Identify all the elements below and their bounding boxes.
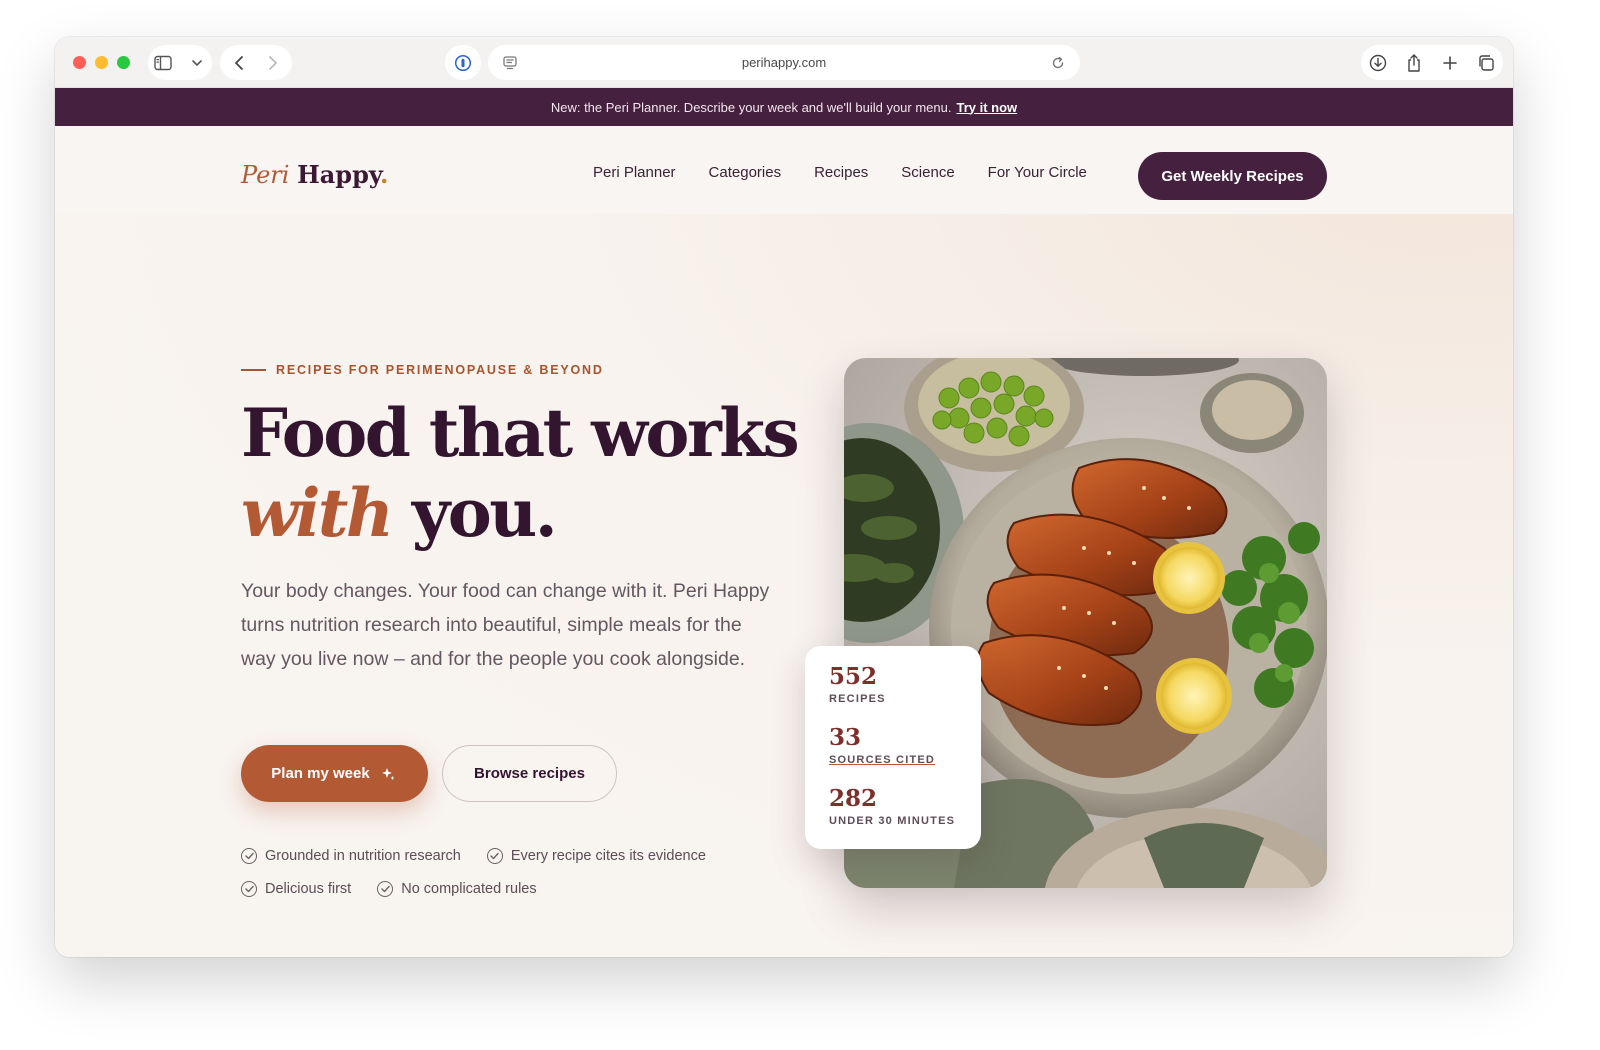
check-circle-icon xyxy=(241,847,257,864)
sidebar-icon xyxy=(153,53,173,73)
nav-recipes[interactable]: Recipes xyxy=(814,164,868,181)
site-logo[interactable]: Peri Happy. xyxy=(241,160,388,189)
eyebrow-rule xyxy=(241,369,266,371)
feature-label: Delicious first xyxy=(265,880,352,897)
history-navigation xyxy=(220,45,292,80)
share-icon[interactable] xyxy=(1404,53,1424,73)
stat-label: UNDER 30 MINUTES xyxy=(829,815,956,827)
feature-label: No complicated rules xyxy=(401,880,537,897)
new-tab-icon[interactable] xyxy=(1440,53,1460,73)
browse-recipes-button[interactable]: Browse recipes xyxy=(442,745,617,802)
browser-window: perihappy.com New: the Peri Planner. Des… xyxy=(55,37,1513,957)
back-arrow-icon[interactable] xyxy=(229,53,249,73)
sidebar-toggle-button[interactable] xyxy=(148,45,212,80)
zoom-window-button[interactable] xyxy=(117,56,130,69)
hero-headline: Food that works with you. xyxy=(241,393,801,553)
nav-categories[interactable]: Categories xyxy=(709,164,782,181)
site-header: Peri Happy. Peri Planner Categories Reci… xyxy=(55,126,1513,214)
url-text: perihappy.com xyxy=(741,55,827,70)
stats-card: 552 RECIPES 33 SOURCES CITED 282 UNDER 3… xyxy=(805,646,981,849)
tab-overview-icon[interactable] xyxy=(1476,53,1496,73)
logo-happy: Happy xyxy=(297,160,381,189)
feature-row: Delicious first No complicated rules xyxy=(241,872,801,905)
reload-icon[interactable] xyxy=(1048,53,1068,73)
announcement-bar: New: the Peri Planner. Describe your wee… xyxy=(55,88,1513,126)
plan-my-week-label: Plan my week xyxy=(271,765,370,782)
password-manager-button[interactable] xyxy=(445,45,481,80)
feature-list: Grounded in nutrition research Every rec… xyxy=(241,839,801,905)
feature-label: Grounded in nutrition research xyxy=(265,847,461,864)
close-window-button[interactable] xyxy=(73,56,86,69)
address-bar[interactable]: perihappy.com xyxy=(488,45,1080,80)
headline-accent: with xyxy=(241,474,394,552)
eyebrow-text: RECIPES FOR PERIMENOPAUSE & BEYOND xyxy=(276,363,604,377)
feature-item: Every recipe cites its evidence xyxy=(486,847,706,864)
stat-recipes: 552 RECIPES xyxy=(829,663,981,724)
headline-line-2: with you. xyxy=(241,473,801,553)
feature-row: Grounded in nutrition research Every rec… xyxy=(241,839,801,872)
stat-value: 552 xyxy=(829,663,878,690)
download-icon[interactable] xyxy=(1368,53,1388,73)
check-circle-icon xyxy=(486,847,503,864)
minimize-window-button[interactable] xyxy=(95,56,108,69)
sparkle-icon xyxy=(378,764,398,784)
check-circle-icon xyxy=(377,880,394,897)
check-circle-icon xyxy=(241,880,257,897)
reader-view-icon[interactable] xyxy=(500,53,520,73)
headline-rest: you. xyxy=(411,474,558,552)
plan-my-week-button[interactable]: Plan my week xyxy=(241,745,428,802)
nav-peri-planner[interactable]: Peri Planner xyxy=(593,164,676,181)
password-key-icon xyxy=(453,53,473,73)
stat-label: RECIPES xyxy=(829,693,886,705)
chevron-down-icon[interactable] xyxy=(187,53,207,73)
page-content: Peri Happy. Peri Planner Categories Reci… xyxy=(55,126,1513,957)
get-weekly-recipes-button[interactable]: Get Weekly Recipes xyxy=(1138,152,1327,200)
stat-sources[interactable]: 33 SOURCES CITED xyxy=(829,724,981,785)
sources-cited-link[interactable]: SOURCES CITED xyxy=(829,754,981,766)
browser-actions xyxy=(1361,45,1503,80)
nav-science[interactable]: Science xyxy=(901,164,954,181)
feature-item: Delicious first xyxy=(241,880,352,897)
stat-value: 282 xyxy=(829,785,878,812)
try-it-now-link[interactable]: Try it now xyxy=(956,100,1017,115)
feature-item: No complicated rules xyxy=(377,880,537,897)
announcement-text: New: the Peri Planner. Describe your wee… xyxy=(550,99,952,115)
feature-item: Grounded in nutrition research xyxy=(241,847,461,864)
stat-quick: 282 UNDER 30 MINUTES xyxy=(829,785,981,846)
hero-eyebrow: RECIPES FOR PERIMENOPAUSE & BEYOND xyxy=(241,363,604,377)
forward-arrow-icon[interactable] xyxy=(263,53,283,73)
nav-for-your-circle[interactable]: For Your Circle xyxy=(988,164,1087,181)
hero-description: Your body changes. Your food can change … xyxy=(241,580,770,670)
feature-label: Every recipe cites its evidence xyxy=(510,847,706,864)
stat-value: 33 xyxy=(829,724,862,751)
browser-toolbar: perihappy.com xyxy=(55,37,1513,88)
headline-line-1: Food that works xyxy=(241,394,800,472)
logo-dot: . xyxy=(380,160,389,189)
logo-peri: Peri xyxy=(241,161,290,189)
main-nav: Peri Planner Categories Recipes Science … xyxy=(593,164,1087,181)
